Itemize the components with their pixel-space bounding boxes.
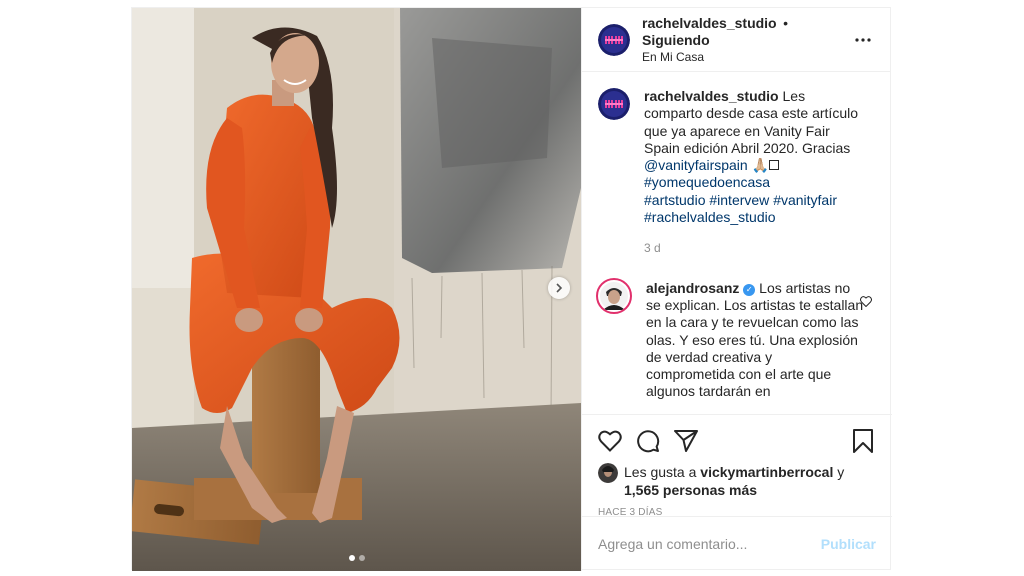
publish-button[interactable]: Publicar xyxy=(813,536,884,552)
caption-username[interactable]: rachelvaldes_studio xyxy=(644,88,779,104)
comment-bubble-icon xyxy=(637,430,660,453)
caption-author-avatar[interactable] xyxy=(598,88,630,120)
following-button[interactable]: Siguiendo xyxy=(642,32,710,48)
save-button[interactable] xyxy=(852,421,876,461)
comment-item: alejandrosanz ✓ Los artistas no se expli… xyxy=(596,277,876,401)
likes-text: Les gusta a vickymartinberrocal y 1,565 … xyxy=(624,463,876,499)
comment-body: alejandrosanz ✓ Los artistas no se expli… xyxy=(646,280,876,401)
likes-summary: Les gusta a vickymartinberrocal y 1,565 … xyxy=(598,463,876,499)
post-actions-area: Les gusta a vickymartinberrocal y 1,565 … xyxy=(582,414,892,525)
carousel-dot xyxy=(358,555,365,561)
chevron-right-icon xyxy=(556,283,563,293)
like-button[interactable] xyxy=(598,421,638,461)
instagram-post: rachelvaldes_studio • Siguiendo En Mi Ca… xyxy=(131,7,892,571)
comments-list[interactable]: rachelvaldes_studio Les comparto desde c… xyxy=(582,72,892,414)
commenter-avatar[interactable] xyxy=(596,277,632,314)
commenter-username[interactable]: alejandrosanz xyxy=(646,280,739,296)
person-avatar-icon xyxy=(598,463,618,483)
post-header: rachelvaldes_studio • Siguiendo En Mi Ca… xyxy=(582,8,891,72)
share-button[interactable] xyxy=(674,421,714,461)
caption-emoji: 🙏🏼 xyxy=(751,157,770,174)
caption-body: rachelvaldes_studio Les comparto desde c… xyxy=(644,88,876,280)
header-separator: • xyxy=(783,14,788,31)
author-username[interactable]: rachelvaldes_studio xyxy=(642,15,777,31)
post-side-panel: rachelvaldes_studio • Siguiendo En Mi Ca… xyxy=(581,8,892,571)
more-dots-icon xyxy=(855,37,871,42)
heart-icon xyxy=(598,430,622,452)
paper-plane-icon xyxy=(674,430,698,452)
carousel-dots xyxy=(132,555,581,561)
caption-comment: rachelvaldes_studio Les comparto desde c… xyxy=(598,88,876,280)
photo-illustration xyxy=(132,8,581,571)
liker-username[interactable]: vickymartinberrocal xyxy=(700,464,833,480)
action-bar xyxy=(598,419,876,463)
hashtag[interactable]: #vanityfair xyxy=(773,192,837,208)
caption-mention[interactable]: @vanityfairspain xyxy=(644,157,748,173)
caption-timestamp: 3 d xyxy=(644,241,661,256)
more-options-button[interactable] xyxy=(851,28,875,52)
hashtag[interactable]: #intervew xyxy=(709,192,769,208)
likes-conjunction: y xyxy=(837,464,845,480)
likes-count[interactable]: 1,565 personas más xyxy=(624,482,757,498)
carousel-next-button[interactable] xyxy=(548,277,570,299)
post-photo[interactable] xyxy=(132,8,581,571)
carousel-dot-active xyxy=(348,555,355,561)
author-avatar[interactable] xyxy=(598,23,630,56)
header-text: rachelvaldes_studio • Siguiendo En Mi Ca… xyxy=(642,15,851,65)
hashtag[interactable]: #yomequedoencasa xyxy=(644,174,770,190)
liker-avatar[interactable] xyxy=(598,463,618,483)
likes-prefix: Les gusta a xyxy=(624,464,697,480)
post-location[interactable]: En Mi Casa xyxy=(642,49,851,65)
missing-glyph-icon xyxy=(769,160,780,171)
hashtag[interactable]: #artstudio xyxy=(644,192,705,208)
studio-logo-avatar-icon xyxy=(598,88,630,120)
add-comment-form: Publicar xyxy=(582,516,892,571)
studio-logo-avatar-icon xyxy=(598,23,630,56)
verified-badge-icon: ✓ xyxy=(743,283,756,296)
comment-text: Los artistas no se explican. Los artista… xyxy=(646,279,864,400)
like-comment-button[interactable] xyxy=(860,294,872,312)
hashtag[interactable]: #rachelvaldes_studio xyxy=(644,209,776,225)
heart-outline-icon xyxy=(860,295,872,307)
person-avatar-icon xyxy=(600,281,628,310)
comment-button[interactable] xyxy=(636,421,676,461)
bookmark-icon xyxy=(853,429,873,453)
comment-input[interactable] xyxy=(598,536,813,552)
